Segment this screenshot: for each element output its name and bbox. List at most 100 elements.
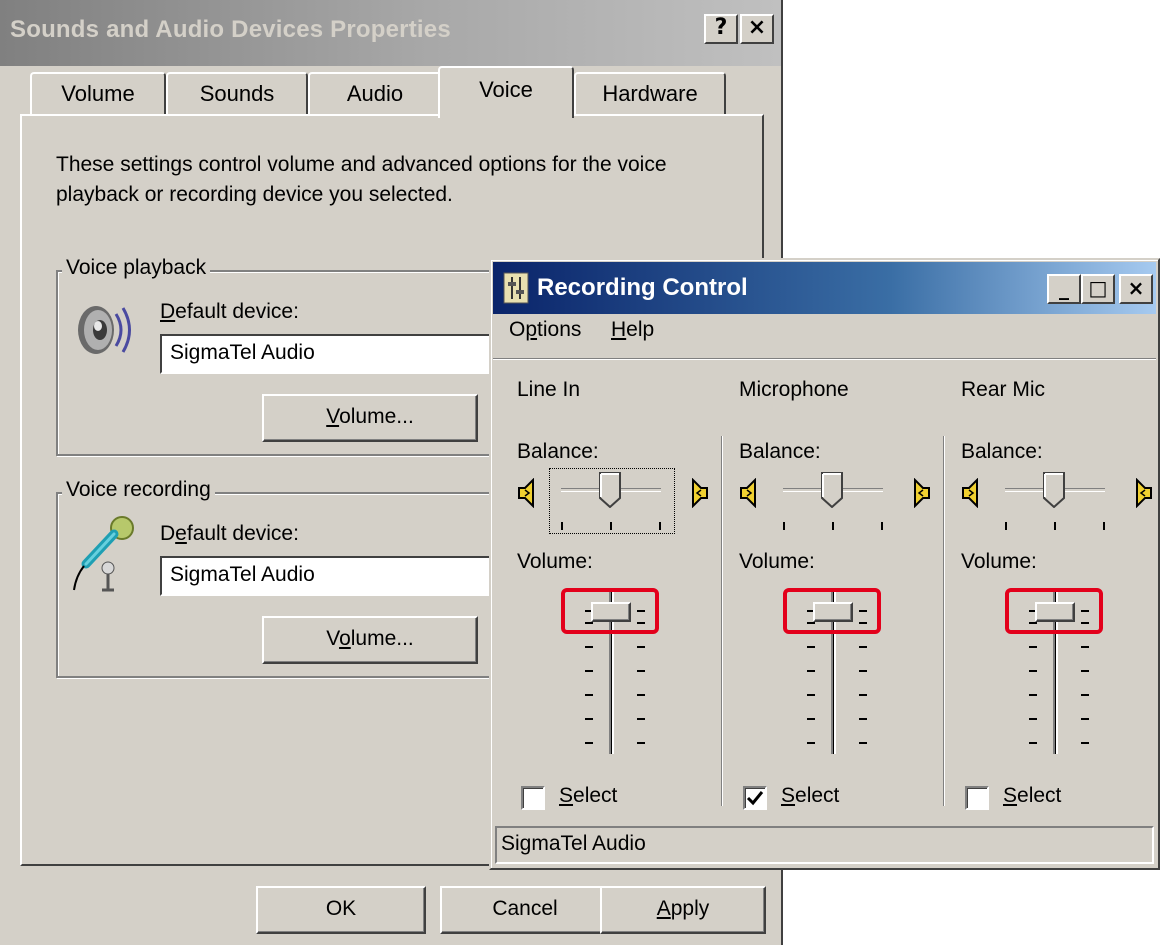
channel-name: Line In: [517, 378, 581, 401]
volume-highlight-box: [561, 588, 659, 634]
volume-tick: [585, 694, 593, 696]
menu-help[interactable]: Help: [611, 318, 654, 342]
volume-tick: [1081, 742, 1089, 744]
dialog-title-bar[interactable]: Sounds and Audio Devices Properties ? ×: [0, 0, 781, 66]
mixer-icon: [503, 272, 529, 304]
channel-name: Rear Mic: [961, 378, 1046, 401]
volume-tick: [859, 742, 867, 744]
volume-highlight-box: [783, 588, 881, 634]
dialog-title: Sounds and Audio Devices Properties: [10, 16, 451, 43]
volume-tick: [1081, 718, 1089, 720]
select-label: Select: [1003, 784, 1062, 807]
tab-hardware[interactable]: Hardware: [574, 72, 726, 116]
select-checkbox[interactable]: [743, 786, 767, 810]
volume-tick: [859, 670, 867, 672]
volume-tick: [585, 718, 593, 720]
recording-control-window: Recording Control _ □ × Options Help Lin…: [489, 258, 1160, 870]
balance-slider-thumb[interactable]: [1043, 472, 1065, 508]
cancel-button[interactable]: Cancel: [440, 886, 610, 934]
volume-tick: [1029, 718, 1037, 720]
menu-options[interactable]: Options: [509, 318, 581, 342]
volume-tick: [637, 742, 645, 744]
volume-tick: [637, 646, 645, 648]
volume-tick: [1029, 742, 1037, 744]
select-checkbox[interactable]: [521, 786, 545, 810]
ok-button[interactable]: OK: [256, 886, 426, 934]
speaker-left-icon: [961, 477, 983, 509]
help-button[interactable]: ?: [704, 14, 738, 44]
volume-label: Volume:: [517, 550, 593, 573]
select-label: Select: [781, 784, 840, 807]
balance-label: Balance:: [739, 440, 821, 463]
playback-volume-button[interactable]: Volume...: [262, 394, 478, 442]
volume-tick: [807, 694, 815, 696]
volume-tick: [807, 742, 815, 744]
speaker-icon: [78, 306, 131, 354]
channel-line-in: Line In Balance: Volume: Select: [491, 360, 713, 810]
volume-label: Volume:: [739, 550, 815, 573]
channel-name: Microphone: [739, 378, 849, 401]
voice-recording-label: Voice recording: [62, 478, 215, 502]
volume-tick: [1029, 694, 1037, 696]
apply-button[interactable]: Apply: [600, 886, 766, 934]
recording-control-title-bar[interactable]: Recording Control _ □ ×: [493, 262, 1156, 314]
recording-volume-button[interactable]: Volume...: [262, 616, 478, 664]
checkmark-icon: [746, 791, 764, 806]
recording-control-title: Recording Control: [537, 274, 748, 301]
speaker-left-icon: [739, 477, 761, 509]
volume-tick: [1029, 646, 1037, 648]
volume-tick: [807, 718, 815, 720]
close-button[interactable]: ×: [740, 14, 774, 44]
volume-tick: [807, 646, 815, 648]
balance-label: Balance:: [961, 440, 1043, 463]
menu-bar: Options Help: [493, 316, 1156, 356]
tab-voice[interactable]: Voice: [438, 66, 574, 118]
tab-voice-label: Voice: [479, 77, 533, 102]
playback-default-device-label: Default device:: [160, 300, 299, 323]
tab-sounds-label: Sounds: [199, 81, 275, 106]
balance-label: Balance:: [517, 440, 599, 463]
volume-tick: [585, 646, 593, 648]
volume-tick: [585, 742, 593, 744]
channel-rear-mic: Rear Mic Balance: Volume: Select: [935, 360, 1157, 810]
voice-description: These settings control volume and advanc…: [56, 153, 667, 206]
select-label: Select: [559, 784, 618, 807]
channel-microphone: Microphone Balance: Volume: Select: [713, 360, 935, 810]
volume-label: Volume:: [961, 550, 1037, 573]
playback-device-field[interactable]: SigmaTel Audio: [160, 334, 520, 374]
volume-tick: [859, 646, 867, 648]
balance-tick: [1103, 522, 1105, 530]
balance-tick: [1005, 522, 1007, 530]
balance-slider-thumb[interactable]: [821, 472, 843, 508]
status-bar: SigmaTel Audio: [495, 826, 1154, 864]
volume-tick: [859, 694, 867, 696]
volume-tick: [1081, 694, 1089, 696]
balance-tick: [881, 522, 883, 530]
speaker-right-icon: [687, 477, 709, 509]
speaker-right-icon: [909, 477, 931, 509]
volume-tick: [585, 670, 593, 672]
volume-tick: [637, 718, 645, 720]
tab-hardware-label: Hardware: [602, 81, 698, 106]
tab-sounds[interactable]: Sounds: [166, 72, 308, 116]
tab-volume[interactable]: Volume: [30, 72, 166, 116]
volume-tick: [637, 694, 645, 696]
speaker-left-icon: [517, 477, 539, 509]
maximize-button[interactable]: □: [1081, 274, 1115, 304]
select-checkbox[interactable]: [965, 786, 989, 810]
rc-close-button[interactable]: ×: [1119, 274, 1153, 304]
tab-audio[interactable]: Audio: [308, 72, 442, 116]
tab-audio-label: Audio: [346, 81, 404, 106]
minimize-button[interactable]: _: [1047, 274, 1081, 304]
volume-tick: [859, 718, 867, 720]
volume-tick: [1029, 670, 1037, 672]
focus-indicator: [549, 468, 675, 534]
microphone-icon: [73, 516, 134, 592]
recording-device-field[interactable]: SigmaTel Audio: [160, 556, 520, 596]
volume-tick: [807, 670, 815, 672]
recording-default-device-label: Default device:: [160, 522, 299, 545]
tab-volume-label: Volume: [61, 81, 135, 106]
balance-tick: [1054, 522, 1056, 530]
balance-tick: [783, 522, 785, 530]
volume-tick: [1081, 646, 1089, 648]
